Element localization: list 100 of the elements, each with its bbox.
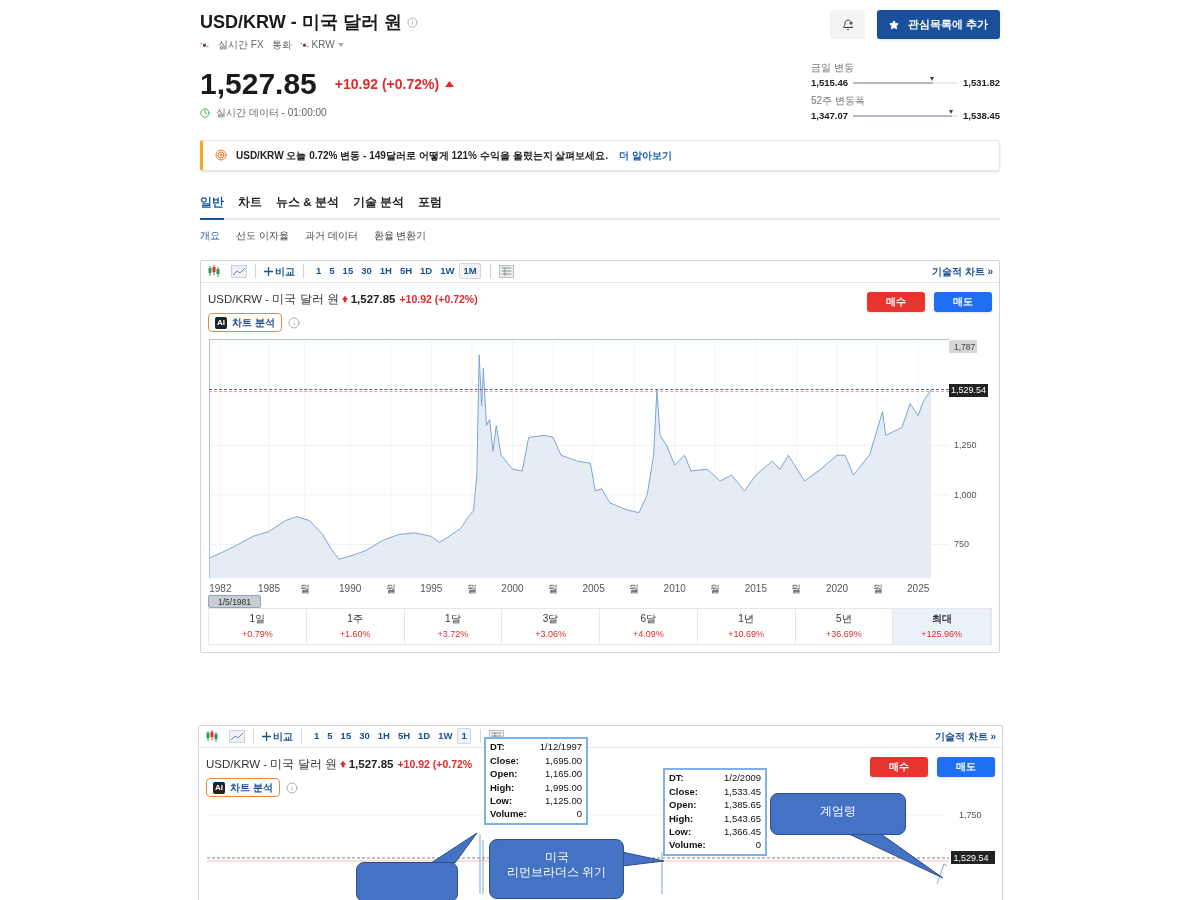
sell-button[interactable]: 매도 [937, 756, 995, 777]
interval-button[interactable]: 15 [337, 728, 355, 745]
tooltip-value: 1,385.65 [724, 798, 761, 813]
nav-tab[interactable]: 기술 분석 [352, 193, 404, 220]
currency-selector[interactable]: KRW [299, 37, 344, 52]
interval-button[interactable]: 30 [356, 728, 373, 745]
interval-button[interactable]: 5H [396, 263, 416, 280]
nav-tab[interactable]: 차트 [238, 193, 262, 220]
price-change: +10.92 (+0.72%) [334, 74, 440, 94]
period-label: 1일 [249, 612, 266, 626]
interval-button[interactable]: 15 [339, 263, 357, 280]
area-chart-icon[interactable] [229, 729, 245, 743]
current-price-label: 1,529.54 [951, 850, 995, 864]
tooltip-value: 1,995.00 [545, 780, 582, 795]
tooltip-value: 1,533.45 [724, 784, 761, 799]
interval-button[interactable]: 1H [376, 263, 395, 280]
legend-change: +10.92 (+0.72% [397, 756, 473, 772]
x-axis-label: 2000 [501, 582, 524, 594]
nav-tab[interactable]: 포럼 [417, 193, 442, 220]
x-axis-label: 1990 [339, 582, 362, 594]
info-icon[interactable] [406, 16, 418, 28]
tooltip-label: Low: [490, 793, 513, 808]
plus-icon [264, 266, 273, 276]
ai-badge: AI [213, 781, 225, 794]
tooltip-value: 0 [755, 838, 761, 853]
interval-button[interactable]: 30 [358, 263, 375, 280]
period-label: 1년 [738, 612, 754, 626]
bell-plus-icon [841, 18, 854, 31]
x-axis-label: 월 [299, 582, 310, 594]
period-change: +0.79% [242, 628, 273, 641]
instrument-name: USD/KRW - 미국 달러 원 [206, 756, 337, 772]
legend-price: 1,527.85 [348, 756, 394, 772]
period-label: 1달 [445, 612, 461, 626]
up-triangle-icon [445, 81, 455, 87]
sub-tab[interactable]: 선도 이자율 [236, 227, 289, 243]
watchlist-button[interactable]: 관심목록에 추가 [877, 10, 1000, 39]
period-label: 3달 [542, 612, 559, 626]
x-axis-label: 1982 [209, 582, 232, 594]
period-tab[interactable]: 최대 +125.96% [893, 608, 991, 644]
plus-icon [262, 731, 271, 741]
buy-button[interactable]: 매수 [870, 756, 928, 777]
tooltip-label: DT: [490, 740, 505, 755]
technical-chart-link[interactable]: 기술적 차트 » [931, 263, 993, 279]
instrument-name: USD/KRW - 미국 달러 원 [208, 291, 339, 307]
compare-button[interactable]: 비교 [262, 728, 293, 744]
sub-tab[interactable]: 과거 데이터 [304, 227, 358, 243]
legend-price: 1,527.85 [350, 291, 396, 307]
y-tick-label: 1,787 [954, 341, 976, 352]
interval-button[interactable]: 1D [415, 728, 434, 745]
flag-icon [200, 41, 209, 48]
tooltip-label: Low: [669, 824, 692, 839]
interval-button[interactable]: 1 [313, 263, 325, 280]
period-change: +3.72% [437, 628, 469, 641]
sub-tab[interactable]: 개요 [200, 227, 220, 243]
interval-button[interactable]: 1 [311, 728, 323, 745]
sub-tab[interactable]: 환율 변환기 [373, 227, 427, 243]
callout-text: 리먼브라더스 위기 [506, 864, 607, 880]
interval-button[interactable]: 5 [326, 263, 338, 280]
tooltip-value: 1/2/2009 [724, 771, 761, 786]
interval-button[interactable]: 5H [394, 728, 414, 745]
chart-analysis-button[interactable]: AI 차트 분석 [208, 313, 282, 332]
nav-tab[interactable]: 뉴스 & 분석 [276, 193, 339, 220]
callout-text: 계엄령 [820, 803, 856, 819]
range-marker-icon [949, 110, 954, 115]
interval-button[interactable]: 1H [374, 728, 393, 745]
buy-button[interactable]: 매수 [867, 291, 925, 312]
interval-button[interactable]: 1W [435, 728, 456, 745]
candlestick-icon[interactable] [207, 265, 221, 278]
interval-button[interactable]: 1W [437, 263, 458, 280]
alert-button[interactable] [830, 10, 866, 39]
learn-more-link[interactable]: 더 알아보기 [619, 147, 672, 163]
x-axis-label: 월 [872, 582, 883, 594]
y-axis-label: 1,000 [954, 489, 977, 500]
range-marker-icon [930, 77, 935, 82]
period-label: 최대 [931, 612, 952, 626]
technical-chart-link[interactable]: 기술적 차트 » [934, 728, 996, 744]
market-label: 실시간 FX [218, 38, 264, 52]
interval-button[interactable]: 1M [459, 263, 481, 280]
period-label: 1주 [347, 612, 363, 626]
y-axis-label: 750 [954, 539, 970, 550]
area-chart-icon[interactable] [231, 264, 247, 278]
sell-button[interactable]: 매도 [934, 291, 992, 312]
x-axis-label: 월 [548, 582, 559, 594]
interval-button[interactable]: 1D [417, 263, 436, 280]
tooltip-value: 1,543.65 [724, 811, 761, 826]
table-icon[interactable] [498, 264, 514, 278]
range-low: 1,515.46 [811, 76, 848, 90]
x-axis-label: 1985 [257, 582, 281, 594]
info-icon[interactable] [287, 316, 300, 329]
x-axis-label: 월 [791, 582, 802, 594]
compare-button[interactable]: 비교 [264, 263, 295, 279]
page-title: USD/KRW - 미국 달러 원 [200, 10, 402, 34]
candlestick-icon[interactable] [205, 730, 219, 743]
flag-icon [299, 41, 309, 48]
info-icon[interactable] [285, 781, 298, 794]
nav-tab[interactable]: 일반 [200, 193, 224, 220]
tooltip-label: High: [669, 811, 694, 826]
chart-analysis-button[interactable]: AI 차트 분석 [206, 778, 280, 797]
interval-button[interactable]: 1 [457, 728, 471, 745]
interval-button[interactable]: 5 [324, 728, 336, 745]
